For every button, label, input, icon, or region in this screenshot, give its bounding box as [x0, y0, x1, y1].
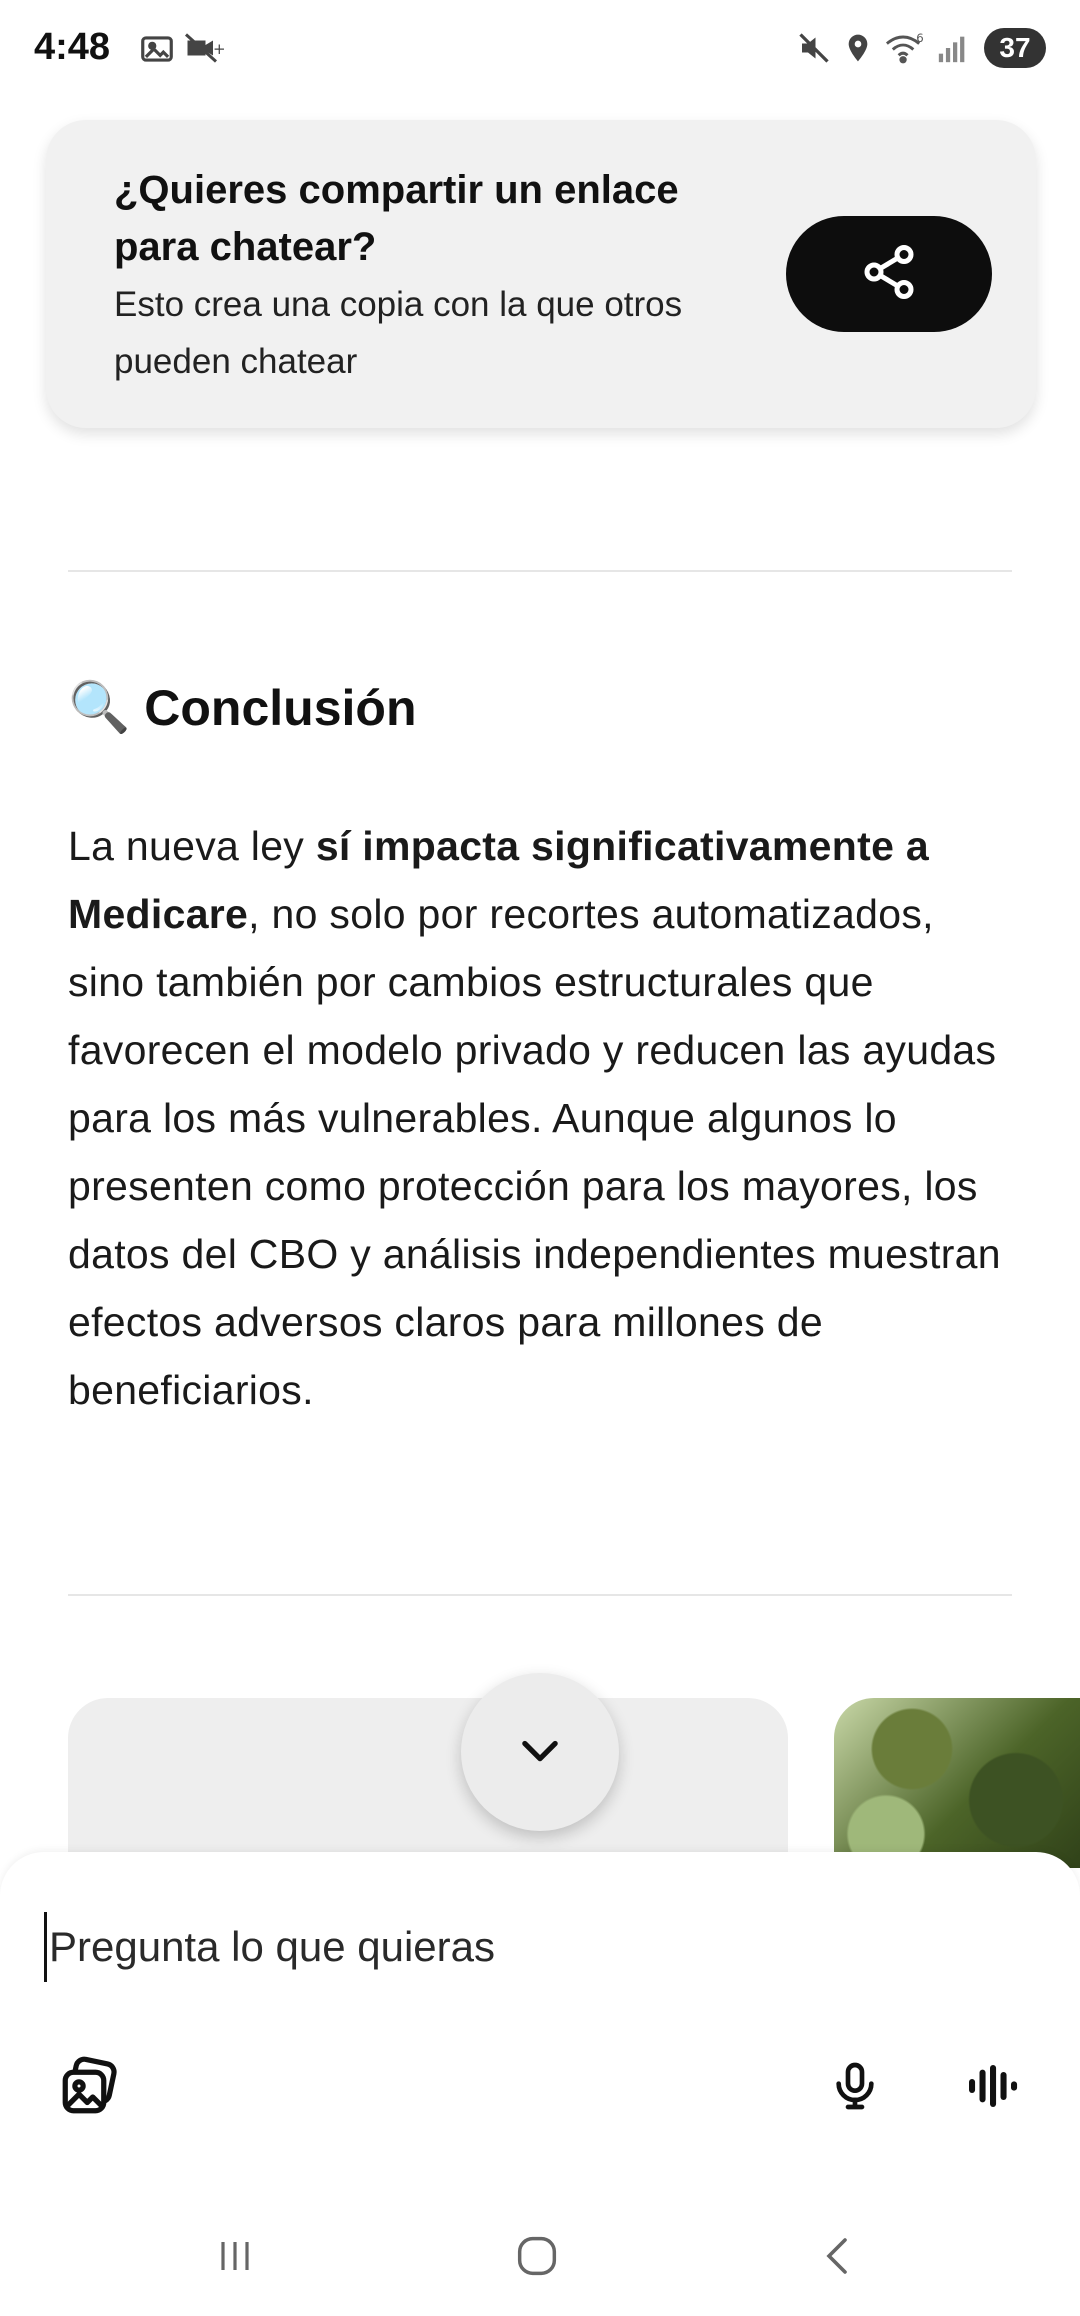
back-button[interactable]: [794, 2218, 884, 2298]
recent-apps-button[interactable]: [190, 2218, 280, 2298]
share-icon: [859, 242, 919, 307]
waveform-icon: [962, 2058, 1018, 2119]
section-heading: 🔍 Conclusión: [68, 678, 416, 737]
share-link-card: ¿Quieres compartir un enlace para chatea…: [46, 120, 1036, 428]
conclusion-paragraph: La nueva ley sí impacta significativamen…: [68, 812, 1018, 1424]
attach-image-button[interactable]: [50, 2048, 130, 2128]
recent-apps-icon: [211, 2232, 259, 2285]
chevron-down-icon: [514, 1724, 566, 1781]
share-card-subtitle: Esto crea una copia con la que otros pue…: [114, 285, 683, 381]
message-composer: [0, 1852, 1080, 2192]
image-gallery-icon: [57, 2053, 123, 2124]
no-video-icon: +: [184, 30, 226, 71]
status-bar: 4:48 + 6 37: [0, 0, 1080, 100]
paragraph-intro: La nueva ley: [68, 823, 316, 869]
svg-text:6: 6: [916, 31, 923, 45]
section-title: Conclusión: [144, 679, 417, 736]
image-card[interactable]: [834, 1698, 1080, 1868]
divider: [68, 1594, 1012, 1596]
magnifier-emoji: 🔍: [68, 679, 131, 735]
status-time: 4:48: [34, 26, 111, 68]
wifi-icon: 6: [884, 30, 928, 71]
signal-icon: [936, 30, 970, 71]
voice-mode-button[interactable]: [950, 2048, 1030, 2128]
microphone-icon: [827, 2056, 883, 2121]
share-card-title: ¿Quieres compartir un enlace para chatea…: [114, 168, 679, 269]
share-button[interactable]: [786, 216, 992, 332]
divider: [68, 570, 1012, 572]
battery-indicator: 37: [984, 28, 1046, 68]
scroll-down-button[interactable]: [461, 1673, 619, 1831]
home-button[interactable]: [492, 2218, 582, 2298]
location-icon: [842, 30, 874, 71]
prompt-input[interactable]: [44, 1912, 1029, 1982]
paragraph-rest: , no solo por recortes automatizados, si…: [68, 891, 1001, 1413]
home-icon: [511, 2230, 563, 2287]
content-card[interactable]: [68, 1698, 788, 1868]
navigation-bar: [0, 2192, 1080, 2316]
mute-icon: [796, 30, 832, 71]
microphone-button[interactable]: [815, 2048, 895, 2128]
back-icon: [815, 2232, 863, 2285]
screenshot-icon: [138, 30, 176, 73]
svg-text:+: +: [213, 40, 224, 58]
